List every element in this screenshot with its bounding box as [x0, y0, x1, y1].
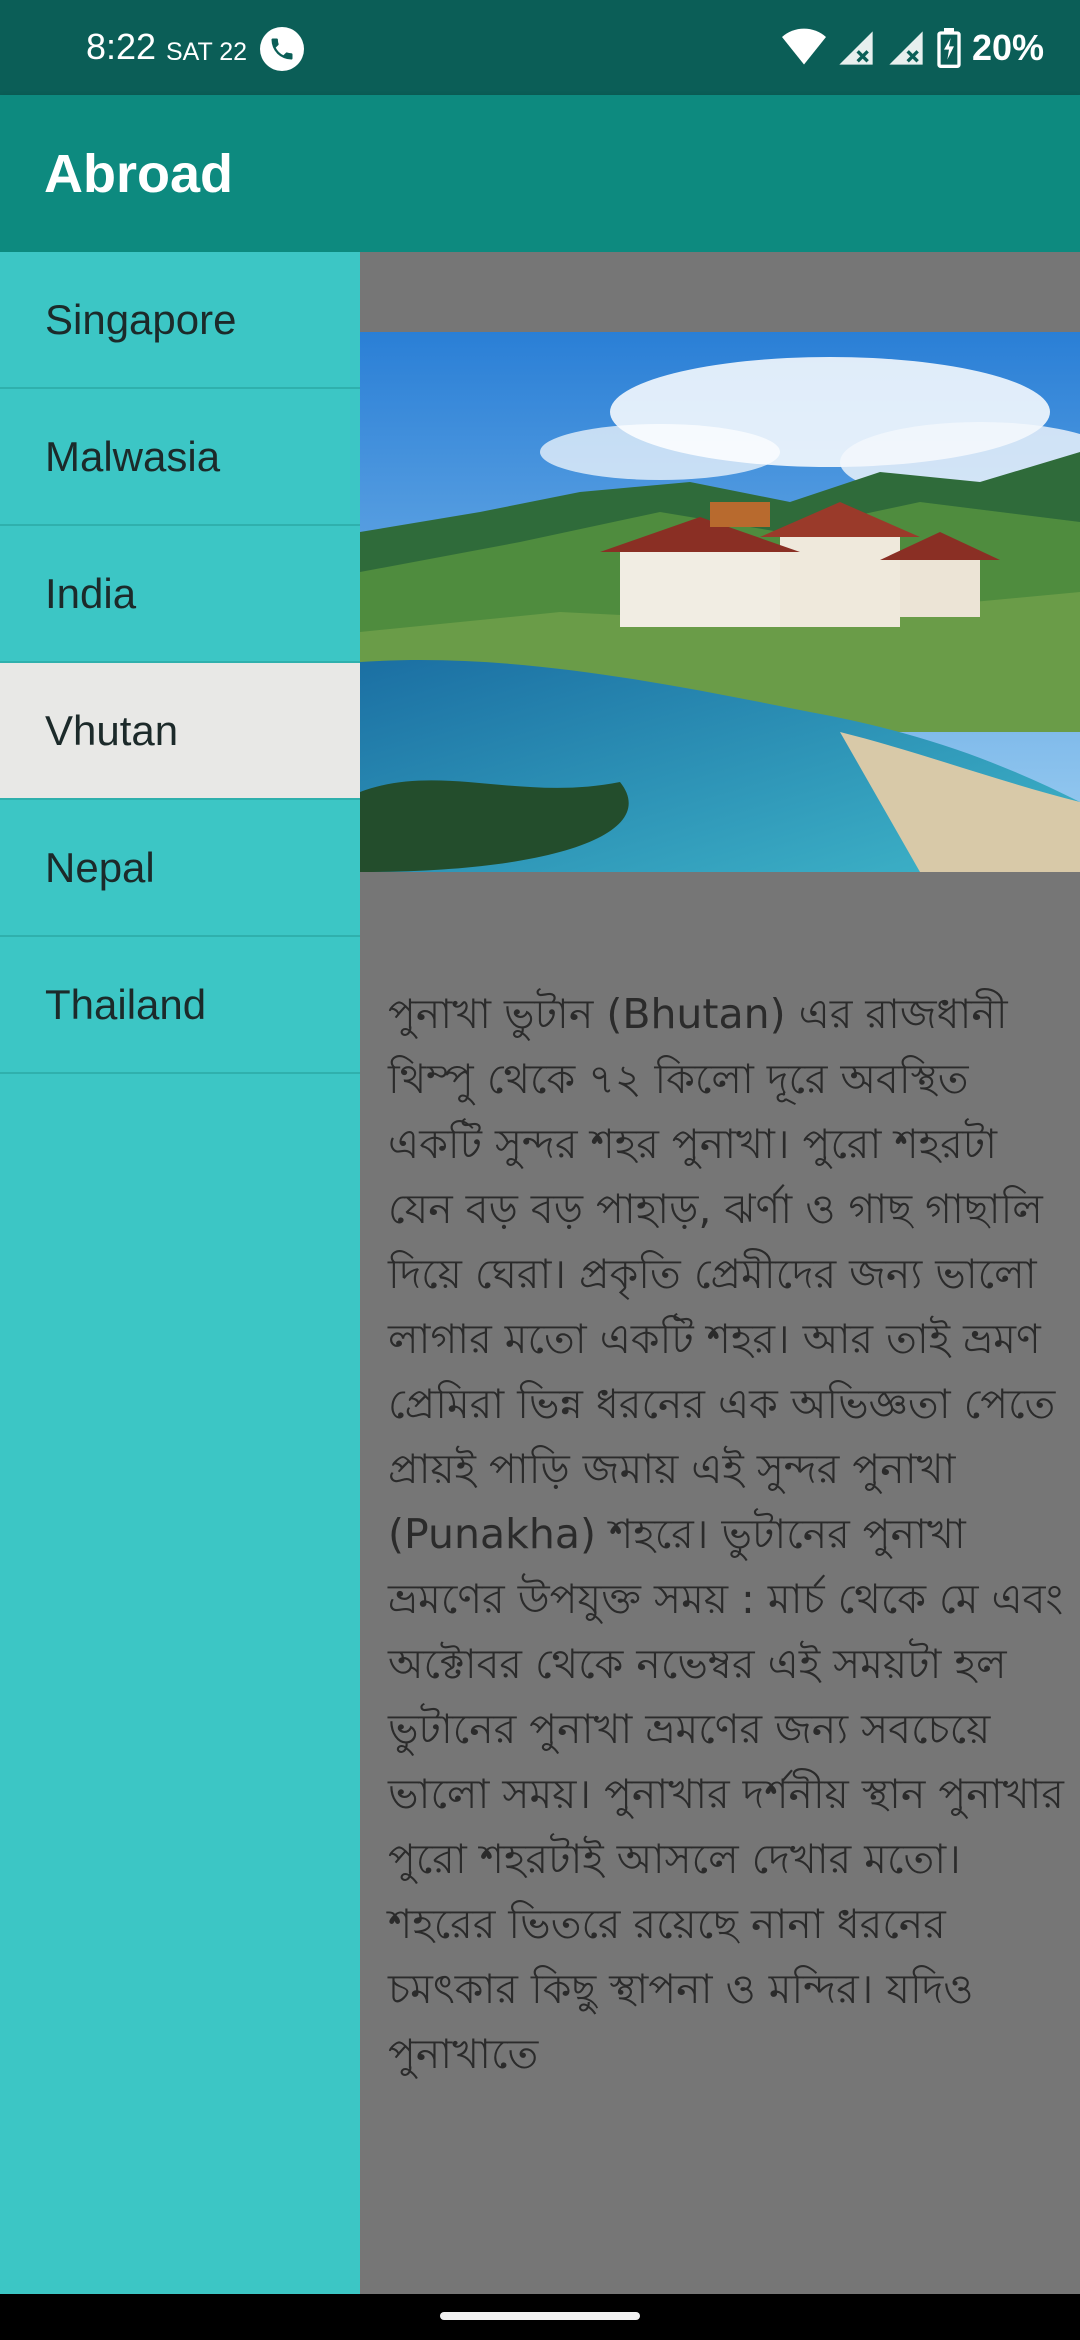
status-time: 8:22 [86, 26, 157, 67]
app-title: Abroad [44, 144, 233, 204]
battery-percentage: 20% [971, 27, 1044, 68]
drawer-item-malwasia[interactable]: Malwasia [0, 389, 360, 526]
status-date: SAT 22 [166, 38, 248, 66]
signal-no-service-icon [889, 31, 923, 65]
status-bar: 8:22 SAT 22 20% [0, 0, 1080, 95]
drawer-item-nepal[interactable]: Nepal [0, 800, 360, 937]
drawer-item-vhutan[interactable]: Vhutan [0, 663, 360, 800]
home-gesture-handle[interactable] [440, 2312, 640, 2320]
phone-call-icon [260, 27, 304, 71]
signal-no-service-icon [839, 31, 873, 65]
punakha-dzong-photo [360, 332, 1080, 872]
drawer-item-india[interactable]: India [0, 526, 360, 663]
wifi-icon [781, 28, 826, 65]
battery-charging-icon [937, 28, 961, 68]
status-icons: 20% [781, 24, 1044, 72]
content-panel: পুনাখা ভুটান (Bhutan) এর রাজধানী থিম্পু … [360, 252, 1080, 2294]
navigation-drawer: Singapore Malwasia India Vhutan Nepal Th… [0, 252, 360, 2294]
navigation-bar [0, 2294, 1080, 2340]
app-bar: Abroad [0, 95, 1080, 252]
drawer-item-singapore[interactable]: Singapore [0, 252, 360, 389]
drawer-item-thailand[interactable]: Thailand [0, 937, 360, 1074]
article-text: পুনাখা ভুটান (Bhutan) এর রাজধানী থিম্পু … [388, 990, 1064, 2078]
